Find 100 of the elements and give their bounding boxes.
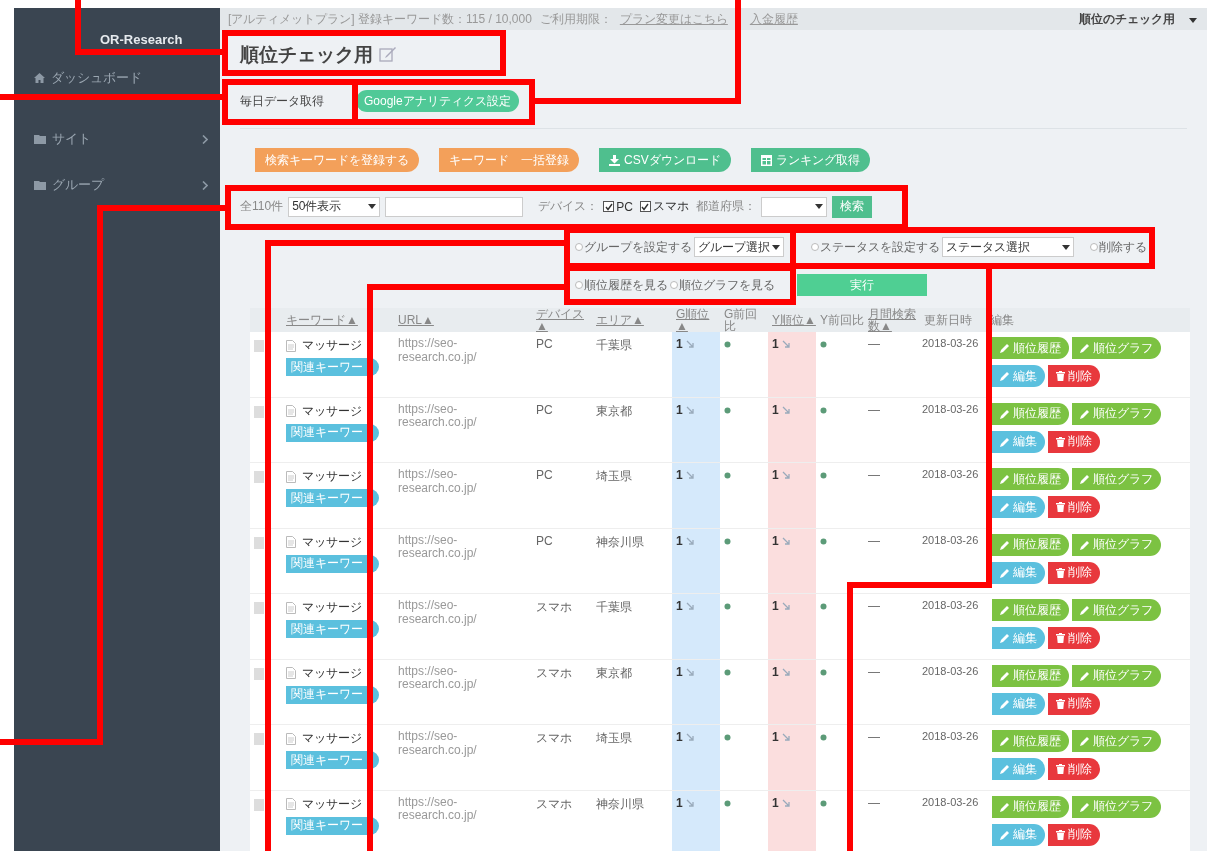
row-action-button[interactable]: 順位グラフ xyxy=(1072,730,1161,752)
area-cell: 埼玉県 xyxy=(596,731,632,745)
column-header[interactable]: Y順位▲ xyxy=(768,314,816,326)
radio-option[interactable]: 順位履歴を見る xyxy=(575,276,668,294)
row-checkbox[interactable] xyxy=(254,602,264,614)
pencil-icon xyxy=(1000,698,1010,709)
trash-icon xyxy=(1056,567,1065,578)
column-header[interactable]: デバイス▲ xyxy=(532,308,592,332)
google-rank: 1 xyxy=(676,533,716,548)
pencil-icon xyxy=(1080,605,1090,615)
row-action-button[interactable]: 順位グラフ xyxy=(1072,795,1161,818)
related-keyword-button[interactable]: 関連キーワー xyxy=(286,423,379,442)
area-cell: 東京都 xyxy=(596,403,632,418)
brand-logo[interactable]: OR-Research xyxy=(14,8,220,60)
row-action-button[interactable]: 順位グラフ xyxy=(1072,533,1161,556)
row-action-button[interactable]: 編集 xyxy=(992,627,1045,649)
related-keyword-button[interactable]: 関連キーワー xyxy=(286,554,379,573)
radio-option[interactable]: ステータスを設定する xyxy=(811,238,940,256)
trash-icon xyxy=(1056,829,1065,840)
url-text: https://seo-research.co.jp/ xyxy=(398,599,478,627)
column-header[interactable]: キーワード▲ xyxy=(282,314,394,326)
row-action-button[interactable]: 編集 xyxy=(992,496,1045,518)
row-action-button[interactable]: 順位グラフ xyxy=(1072,664,1161,687)
radio-option[interactable]: 削除する xyxy=(1090,238,1147,256)
action-button[interactable]: キーワード 一括登録 xyxy=(439,148,579,172)
row-checkbox[interactable] xyxy=(254,667,264,680)
row-action-button[interactable]: 削除 xyxy=(1048,758,1100,780)
action-button[interactable]: 検索キーワードを登録する xyxy=(255,148,419,172)
prefecture-select[interactable] xyxy=(760,196,827,217)
row-action-button[interactable]: 順位履歴 xyxy=(992,795,1069,818)
edit-icon[interactable] xyxy=(379,45,397,62)
radio-option[interactable]: 順位グラフを見る xyxy=(670,276,775,294)
yahoo-rank: 1 xyxy=(772,337,812,351)
option-select[interactable]: グループ選択 xyxy=(694,237,784,257)
row-checkbox[interactable] xyxy=(254,471,264,483)
column-header[interactable]: URL▲ xyxy=(394,314,532,326)
top-link[interactable]: プラン変更はこちら xyxy=(619,10,728,28)
column-header[interactable]: エリア▲ xyxy=(592,314,672,326)
column-header[interactable]: G順位▲ xyxy=(672,308,720,332)
row-action-button[interactable]: 順位グラフ xyxy=(1072,468,1161,490)
row-action-button[interactable]: 編集 xyxy=(992,758,1045,780)
row-action-button[interactable]: 編集 xyxy=(992,365,1045,387)
row-checkbox[interactable] xyxy=(254,733,264,745)
result-count: 全110件 xyxy=(240,198,284,215)
top-link[interactable]: 入金履歴 xyxy=(749,10,798,28)
row-action-button[interactable]: 順位履歴 xyxy=(992,533,1069,556)
tab[interactable]: Googleアナリティクス設定 xyxy=(356,90,519,112)
row-action-button[interactable]: 順位グラフ xyxy=(1072,337,1161,359)
row-action-button[interactable]: 編集 xyxy=(992,430,1045,453)
action-button[interactable]: CSVダウンロード xyxy=(599,148,731,172)
action-button[interactable]: ランキング取得 xyxy=(750,148,870,172)
row-action-button[interactable]: 編集 xyxy=(992,692,1045,715)
column-header[interactable]: 月間検索数▲ xyxy=(864,308,920,332)
trend-icon xyxy=(781,340,790,348)
device-checkbox[interactable]: PC xyxy=(603,199,633,214)
trend-icon xyxy=(685,471,694,479)
related-keyword-button[interactable]: 関連キーワー xyxy=(286,489,379,507)
row-action-button[interactable]: 順位履歴 xyxy=(992,664,1069,687)
row-action-button[interactable]: 順位グラフ xyxy=(1072,402,1161,425)
related-keyword-button[interactable]: 関連キーワー xyxy=(286,685,379,704)
related-keyword-button[interactable]: 関連キーワー xyxy=(286,620,379,638)
row-action-button[interactable]: 編集 xyxy=(992,823,1045,846)
sidebar-item[interactable]: ダッシュボード xyxy=(14,60,220,96)
row-action-button[interactable]: 削除 xyxy=(1048,365,1100,387)
device-checkbox[interactable]: スマホ xyxy=(639,198,689,215)
run-button[interactable]: 実行 xyxy=(797,274,927,296)
status-dot-icon xyxy=(724,603,731,610)
row-checkbox[interactable] xyxy=(254,536,264,549)
row-action-button[interactable]: 順位履歴 xyxy=(992,337,1069,359)
row-action-button[interactable]: 削除 xyxy=(1048,692,1100,715)
per-page-select[interactable]: 50件表示 xyxy=(288,196,381,217)
account-menu[interactable]: 順位のチェック用 xyxy=(1079,10,1175,28)
sidebar-item[interactable]: グループ xyxy=(14,162,220,208)
row-action-button[interactable]: 削除 xyxy=(1048,430,1100,453)
row-action-button[interactable]: 削除 xyxy=(1048,823,1100,846)
row-action-button[interactable]: 削除 xyxy=(1048,496,1100,518)
option-select[interactable]: ステータス選択 xyxy=(942,237,1074,257)
row-action-button[interactable]: 順位履歴 xyxy=(992,402,1069,425)
search-button[interactable]: 検索 xyxy=(831,195,872,218)
row-action-button[interactable]: 削除 xyxy=(1048,561,1100,584)
row-action-button[interactable]: 順位履歴 xyxy=(992,468,1069,490)
radio-option[interactable]: グループを設定する xyxy=(575,238,692,256)
row-checkbox[interactable] xyxy=(254,340,264,352)
row-checkbox[interactable] xyxy=(254,798,264,811)
sidebar-item[interactable]: サイト xyxy=(14,116,220,162)
related-keyword-button[interactable]: 関連キーワー xyxy=(286,816,379,835)
device-cell: スマホ xyxy=(536,665,572,680)
related-keyword-button[interactable]: 関連キーワー xyxy=(286,751,379,769)
keyword-search-field[interactable] xyxy=(385,196,524,217)
trash-icon xyxy=(1056,764,1065,774)
row-action-button[interactable]: 順位履歴 xyxy=(992,599,1069,621)
row-action-button[interactable]: 削除 xyxy=(1048,627,1100,649)
date-cell: 2018-03-26 xyxy=(922,730,979,742)
row-action-button[interactable]: 順位履歴 xyxy=(992,730,1069,752)
row-action-button[interactable]: 順位グラフ xyxy=(1072,599,1161,621)
row-checkbox[interactable] xyxy=(254,405,264,418)
tab[interactable]: 毎日データ取得 xyxy=(232,90,332,112)
related-keyword-button[interactable]: 関連キーワー xyxy=(286,358,379,376)
pencil-icon xyxy=(1080,736,1090,746)
row-action-button[interactable]: 編集 xyxy=(992,561,1045,584)
